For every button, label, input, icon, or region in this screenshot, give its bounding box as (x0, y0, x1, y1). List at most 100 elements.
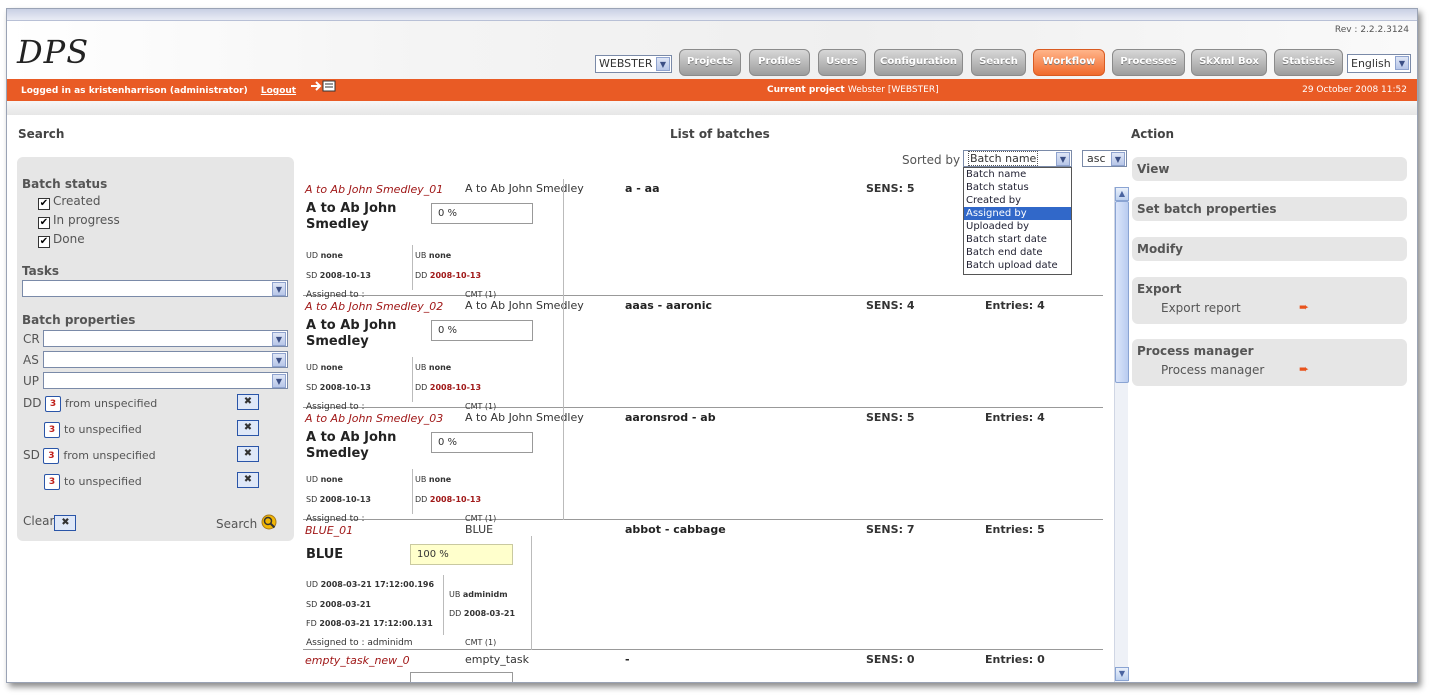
clear-date-icon[interactable]: ✖ (237, 394, 259, 410)
app-header: DPS Rev : 2.2.2.3124 WEBSTER ▼ Projects … (7, 21, 1417, 79)
batch-name-link[interactable]: A to Ab John Smedley_03 (305, 412, 443, 425)
chevron-down-icon[interactable]: ▼ (656, 57, 670, 71)
status-in-progress-label: In progress (53, 213, 120, 227)
ub-field: UB adminidm (449, 590, 508, 599)
process-manager-section: Process manager Process manager ➨ (1132, 339, 1407, 386)
batch-name-link[interactable]: A to Ab John Smedley_02 (305, 300, 443, 313)
clear-date-icon[interactable]: ✖ (237, 472, 259, 488)
chevron-down-icon[interactable]: ▼ (272, 332, 286, 346)
tab-users[interactable]: Users (818, 49, 866, 76)
chevron-down-icon[interactable]: ▼ (272, 353, 286, 367)
chevron-down-icon[interactable]: ▼ (1395, 56, 1409, 70)
batch-row[interactable]: BLUE_01 BLUE abbot - cabbage SENS: 7 Ent… (303, 520, 1103, 650)
ub-field: UB none (415, 475, 451, 484)
logout-link[interactable]: Logout (261, 86, 296, 96)
export-report-link[interactable]: Export report (1161, 301, 1241, 315)
arrow-right-icon[interactable]: ➨ (1299, 300, 1309, 314)
batch-name-link[interactable]: BLUE_01 (305, 524, 353, 537)
ub-label: UB (415, 475, 427, 484)
sort-option[interactable]: Batch status (964, 181, 1071, 194)
ud-value: 2008-03-21 17:12:00.196 (320, 580, 435, 589)
tab-processes[interactable]: Processes (1112, 49, 1185, 76)
batch-name-link[interactable]: empty_task_new_0 (305, 654, 410, 667)
batch-row[interactable]: A to Ab John Smedley_03 A to Ab John Sme… (303, 408, 1103, 524)
arrow-right-icon[interactable]: ➨ (1299, 362, 1309, 376)
tasks-select[interactable]: ▼ (22, 280, 288, 297)
dd-field: DD 2008-03-21 (449, 609, 515, 618)
cmt-link[interactable]: CMT (1) (465, 638, 496, 647)
batch-project: A to Ab John Smedley (465, 299, 584, 312)
sens-value: 0 (906, 653, 915, 666)
sd-to-row: 3 to unspecified (44, 474, 142, 490)
tab-profiles[interactable]: Profiles (749, 49, 810, 76)
sort-option[interactable]: Uploaded by (964, 220, 1071, 233)
ub-label: UB (449, 590, 461, 599)
batch-row[interactable]: A to Ab John Smedley_02 A to Ab John Sme… (303, 296, 1103, 412)
sens-value: 4 (906, 299, 915, 312)
calendar-icon[interactable]: 3 (43, 448, 60, 464)
sd-value: 2008-10-13 (319, 383, 371, 392)
current-project-value: Webster [WEBSTER] (847, 85, 939, 95)
cr-select[interactable]: ▼ (43, 330, 288, 347)
chevron-down-icon[interactable]: ▼ (272, 374, 286, 388)
tab-workflow[interactable]: Workflow (1033, 49, 1105, 76)
logout-icon[interactable] (309, 79, 337, 102)
sort-order-value: asc (1087, 152, 1106, 165)
tab-skxml-box[interactable]: SkXml Box (1191, 49, 1267, 76)
batch-sens: SENS: 0 (866, 653, 914, 666)
as-select[interactable]: ▼ (43, 351, 288, 368)
view-action[interactable]: View (1132, 157, 1407, 181)
batch-progress (410, 672, 513, 682)
sort-field-select[interactable]: Batch name ▼ (963, 150, 1072, 167)
sort-option[interactable]: Batch end date (964, 246, 1071, 259)
calendar-icon[interactable]: 3 (44, 474, 60, 490)
entries-label: Entries: (985, 653, 1034, 666)
dd-from-row: DD 3 from unspecified (23, 396, 157, 412)
search-button[interactable]: Search (216, 514, 279, 535)
project-select[interactable]: WEBSTER ▼ (595, 55, 672, 73)
tab-search[interactable]: Search (971, 49, 1026, 76)
divider-band (7, 101, 1417, 115)
sd-label: SD (306, 271, 318, 280)
sort-order-select[interactable]: asc ▼ (1082, 150, 1127, 167)
browser-window: DPS Rev : 2.2.2.3124 WEBSTER ▼ Projects … (6, 8, 1418, 683)
sort-option[interactable]: Batch start date (964, 233, 1071, 246)
process-manager-link[interactable]: Process manager (1161, 363, 1264, 377)
sens-label: SENS: (866, 523, 903, 536)
ub-value: none (428, 475, 452, 484)
ud-label: UD (306, 475, 319, 484)
status-done-label: Done (53, 232, 85, 246)
sd-value: 2008-10-13 (319, 271, 371, 280)
tab-statistics[interactable]: Statistics (1274, 49, 1343, 76)
tab-projects[interactable]: Projects (679, 49, 741, 76)
action-title: Action (1131, 127, 1175, 141)
status-done-checkbox[interactable]: ✔ Done (38, 232, 85, 248)
calendar-icon[interactable]: 3 (44, 422, 60, 438)
calendar-icon[interactable]: 3 (44, 396, 61, 412)
sort-option[interactable]: Batch upload date (964, 259, 1071, 272)
scroll-up-icon[interactable]: ▲ (1115, 187, 1129, 201)
sort-option-highlighted[interactable]: Assigned by (964, 207, 1071, 220)
up-select[interactable]: ▼ (43, 372, 288, 389)
clear-button[interactable]: Clear ✖ (23, 514, 77, 531)
set-batch-properties-action[interactable]: Set batch properties (1132, 197, 1407, 221)
chevron-down-icon[interactable]: ▼ (1111, 152, 1125, 166)
batch-name-link[interactable]: A to Ab John Smedley_01 (305, 183, 443, 196)
tab-configuration[interactable]: Configuration (874, 49, 963, 76)
clear-date-icon[interactable]: ✖ (237, 420, 259, 436)
chevron-down-icon[interactable]: ▼ (1056, 152, 1070, 166)
list-scrollbar[interactable]: ▲ ▼ (1114, 187, 1129, 682)
scroll-down-icon[interactable]: ▼ (1115, 667, 1129, 681)
status-in-progress-checkbox[interactable]: ✔ In progress (38, 213, 120, 229)
as-label: AS (23, 353, 39, 367)
scroll-thumb[interactable] (1115, 201, 1129, 383)
modify-action[interactable]: Modify (1132, 237, 1407, 261)
sort-option[interactable]: Created by (964, 194, 1071, 207)
sort-option[interactable]: Batch name (964, 168, 1071, 181)
language-select[interactable]: English ▼ (1347, 54, 1411, 73)
chevron-down-icon[interactable]: ▼ (272, 282, 286, 296)
clear-date-icon[interactable]: ✖ (237, 446, 259, 462)
sens-label: SENS: (866, 182, 903, 195)
batch-row[interactable]: empty_task_new_0 empty_task - SENS: 0 En… (303, 650, 1103, 682)
status-created-checkbox[interactable]: ✔ Created (38, 194, 101, 210)
